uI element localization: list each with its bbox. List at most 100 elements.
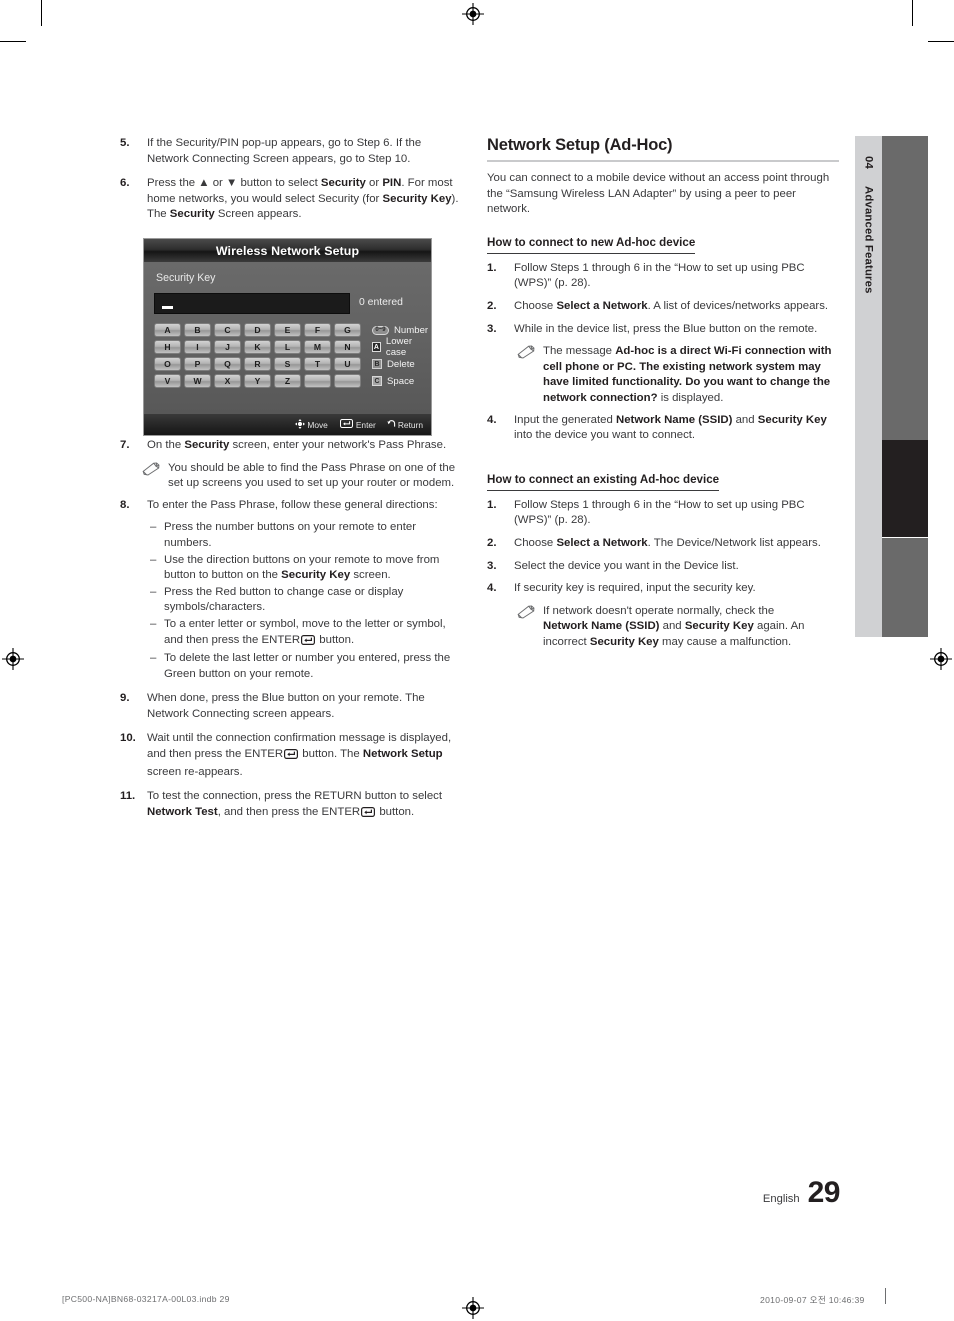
page-number-block: English 29 [640,1176,841,1210]
key-blank-2[interactable] [334,374,361,388]
title-rule [487,160,839,162]
legend-label: Delete [387,358,415,370]
section-heading-new-device: How to connect to new Ad-hoc device [487,222,696,254]
key-l[interactable]: L [274,340,301,354]
registration-target-bottom [462,1297,484,1319]
note-text: You should be able to find the Pass Phra… [168,461,456,490]
step-number: 2. [487,536,497,549]
key-d[interactable]: D [244,323,271,337]
osd-legend: 0~9 Number A Lower case B Delete C Space [372,323,428,388]
crop-mark-top-left-v [41,0,43,26]
step-number: 2. [487,299,497,312]
enter-key-icon [301,634,316,651]
key-x[interactable]: X [214,374,241,388]
key-r[interactable]: R [244,357,271,371]
key-z[interactable]: Z [274,374,301,388]
key-w[interactable]: W [184,374,211,388]
key-m[interactable]: M [304,340,331,354]
step-number: 7. [120,438,130,451]
step-number: 10. [120,732,136,745]
key-s[interactable]: S [274,357,301,371]
green-button-badge-icon: B [372,359,382,369]
chapter-tab-label: 04 Advanced Features [855,136,882,637]
note-adhoc-message: The message Ad-hoc is a direct Wi-Fi con… [517,344,839,406]
list-item: 2. Choose Select a Network. A list of de… [487,299,839,315]
note-text: The message Ad-hoc is a direct Wi-Fi con… [543,345,832,404]
step-text: Press the ▲ or ▼ button to select Securi… [147,177,459,221]
key-e[interactable]: E [274,323,301,337]
step-number: 1. [487,261,497,274]
key-h[interactable]: H [154,340,181,354]
key-f[interactable]: F [304,323,331,337]
list-item: 3. While in the device list, press the B… [487,322,839,338]
osd-input-row: 0 entered [154,293,421,314]
key-t[interactable]: T [304,357,331,371]
dash-bullet-icon: – [150,652,157,665]
key-g[interactable]: G [334,323,361,337]
section-heading-label: How to connect to new Ad-hoc device [487,235,696,249]
legend-label: Lower case [385,336,413,358]
key-k[interactable]: K [244,340,271,354]
security-key-input[interactable] [154,293,350,314]
list-item: 7. On the Security screen, enter your ne… [120,438,465,454]
key-q[interactable]: Q [214,357,241,371]
step-number: 3. [487,322,497,335]
list-item: 4. If security key is required, input th… [487,581,839,597]
step-text: To test the connection, press the RETURN… [147,789,465,822]
key-y[interactable]: Y [244,374,271,388]
step-text: When done, press the Blue button on your… [147,692,425,720]
osd-field-label: Security Key [156,272,216,284]
hint-label: Return [397,419,423,430]
key-o[interactable]: O [154,357,181,371]
language-label: English [762,1193,800,1205]
left-steps-bottom: 7. On the Security screen, enter your ne… [120,438,465,454]
text-caret [162,306,173,309]
hint-label: Enter [355,419,376,430]
list-item: 3. Select the device you want in the Dev… [487,559,839,575]
section-heading-existing-device: How to connect an existing Ad-hoc device [487,459,720,491]
dash-bullet-icon: – [150,617,157,630]
key-u[interactable]: U [334,357,361,371]
list-item: 4. Input the generated Network Name (SSI… [487,413,839,444]
step-number: 11. [120,790,136,803]
list-item: 10. Wait until the connection confirmati… [120,731,465,780]
key-n[interactable]: N [334,340,361,354]
key-b[interactable]: B [184,323,211,337]
legend-number: 0~9 Number [372,323,428,337]
down-arrow-icon: ▼ [226,177,238,190]
step-text: Follow Steps 1 through 6 in the “How to … [514,261,805,290]
number-badge-icon: 0~9 [372,325,389,335]
section-heading-label: How to connect an existing Ad-hoc device [487,472,720,486]
red-button-badge-icon: A [372,342,381,352]
crop-mark-top-left-h [0,41,26,43]
up-arrow-icon: ▲ [198,177,210,190]
registration-target-top [462,3,484,25]
step-text: Input the generated Network Name (SSID) … [514,413,827,442]
crop-mark-top-right-v [912,0,914,26]
key-p[interactable]: P [184,357,211,371]
chapter-title: Advanced Features [862,185,875,294]
list-item: 5. If the Security/PIN pop-up appears, g… [120,136,465,167]
osd-wireless-network-setup-dialog: Wireless Network Setup Security Key 0 en… [143,238,432,436]
enter-key-icon [361,806,376,823]
key-blank-1[interactable] [304,374,331,388]
print-footer-left: [PC500-NA]BN68-03217A-00L03.indb 29 [62,1294,230,1304]
step-number: 6. [120,177,130,190]
list-item: 11. To test the connection, press the RE… [120,789,465,822]
substep-text: Use the direction buttons on your remote… [164,553,440,582]
key-v[interactable]: V [154,374,181,388]
substep-text: Press the Red button to change case or d… [164,585,404,614]
step8-substeps: – Press the number buttons on your remot… [150,520,465,682]
step-text: Choose Select a Network. A list of devic… [514,299,829,312]
key-j[interactable]: J [214,340,241,354]
new-device-step-4: 4. Input the generated Network Name (SSI… [487,413,839,444]
key-a[interactable]: A [154,323,181,337]
key-i[interactable]: I [184,340,211,354]
step-number: 4. [487,582,497,595]
key-c[interactable]: C [214,323,241,337]
step-number: 9. [120,692,130,705]
enter-key-icon [339,419,353,430]
print-footer-right: 2010-09-07 오전 10:46:39 [760,1295,865,1305]
dash-bullet-icon: – [150,521,157,534]
legend-delete: B Delete [372,357,428,371]
